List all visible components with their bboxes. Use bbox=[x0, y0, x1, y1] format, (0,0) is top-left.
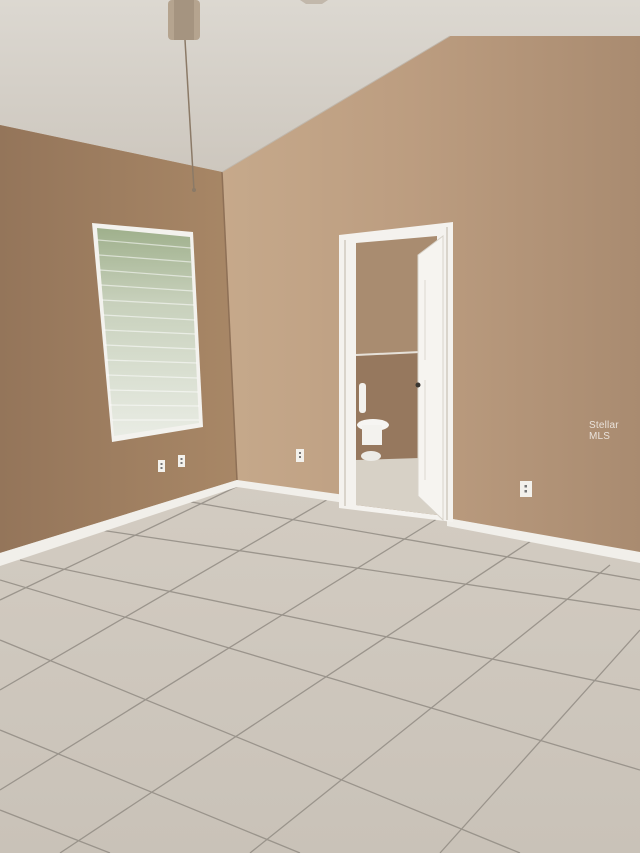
bathroom-door bbox=[417, 234, 444, 522]
outlet-icon bbox=[296, 449, 304, 462]
watermark-text: Stellar MLS bbox=[589, 420, 619, 442]
door-knob bbox=[415, 382, 421, 388]
bathroom-doorway bbox=[339, 222, 453, 522]
outlet-icon bbox=[158, 460, 165, 472]
room-scene bbox=[0, 0, 640, 853]
outlet-icon bbox=[520, 481, 532, 497]
outlet-icon bbox=[178, 455, 185, 467]
